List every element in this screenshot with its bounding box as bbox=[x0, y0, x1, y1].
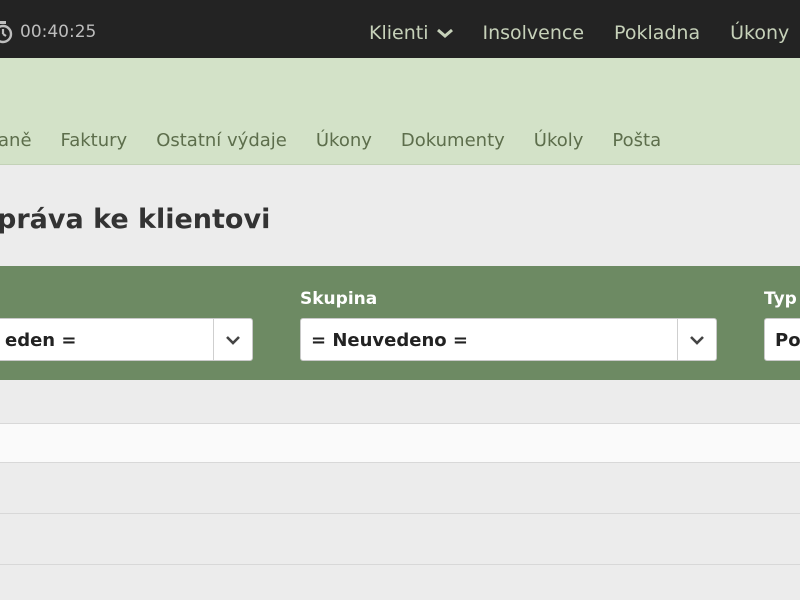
nav-klienti-label: Klienti bbox=[369, 22, 429, 44]
row-divider bbox=[0, 513, 800, 514]
tab-faktury[interactable]: Faktury bbox=[61, 130, 128, 151]
tab-ukoly[interactable]: Úkoly bbox=[534, 130, 584, 151]
first-filter-dropdown[interactable] bbox=[213, 319, 252, 360]
nav-klienti[interactable]: Klienti bbox=[369, 22, 454, 44]
session-timer: 00:40:25 bbox=[0, 19, 96, 45]
typ-value: Po bbox=[775, 330, 800, 351]
chevron-down-icon bbox=[437, 28, 454, 38]
nav-insolvence[interactable]: Insolvence bbox=[482, 22, 584, 44]
skupina-label: Skupina bbox=[300, 289, 378, 309]
timer-value: 00:40:25 bbox=[20, 22, 97, 42]
tab-dokumenty[interactable]: Dokumenty bbox=[401, 130, 505, 151]
tab-ostatni-vydaje[interactable]: Ostatní výdaje bbox=[156, 130, 287, 151]
page-title: práva ke klientovi bbox=[0, 204, 271, 235]
skupina-dropdown[interactable] bbox=[677, 319, 716, 360]
first-filter-value: eden = bbox=[5, 330, 77, 351]
top-navigation: Klienti Insolvence Pokladna Úkony bbox=[369, 20, 789, 46]
client-subheader: aně Faktury Ostatní výdaje Úkony Dokumen… bbox=[0, 58, 800, 165]
nav-ukony[interactable]: Úkony bbox=[730, 22, 789, 44]
typ-select[interactable]: Po bbox=[764, 318, 800, 361]
row-divider bbox=[0, 462, 800, 463]
nav-pokladna[interactable]: Pokladna bbox=[614, 22, 700, 44]
top-bar: 00:40:25 Klienti Insolvence Pokladna Úko… bbox=[0, 0, 800, 58]
filter-panel: eden = Skupina = Neuvedeno = Typ Po bbox=[0, 266, 800, 380]
first-filter-select[interactable]: eden = bbox=[0, 318, 253, 361]
chevron-down-icon bbox=[226, 335, 240, 345]
chevron-down-icon bbox=[690, 335, 704, 345]
tab-dane[interactable]: aně bbox=[0, 130, 32, 151]
stopwatch-icon bbox=[0, 20, 14, 44]
client-tabs: aně Faktury Ostatní výdaje Úkony Dokumen… bbox=[0, 128, 690, 152]
tab-posta[interactable]: Pošta bbox=[612, 130, 661, 151]
skupina-select[interactable]: = Neuvedeno = bbox=[300, 318, 717, 361]
typ-label: Typ bbox=[764, 289, 797, 309]
skupina-value: = Neuvedeno = bbox=[311, 330, 468, 351]
row-divider bbox=[0, 564, 800, 565]
tab-ukony[interactable]: Úkony bbox=[316, 130, 372, 151]
table-row bbox=[0, 424, 800, 462]
